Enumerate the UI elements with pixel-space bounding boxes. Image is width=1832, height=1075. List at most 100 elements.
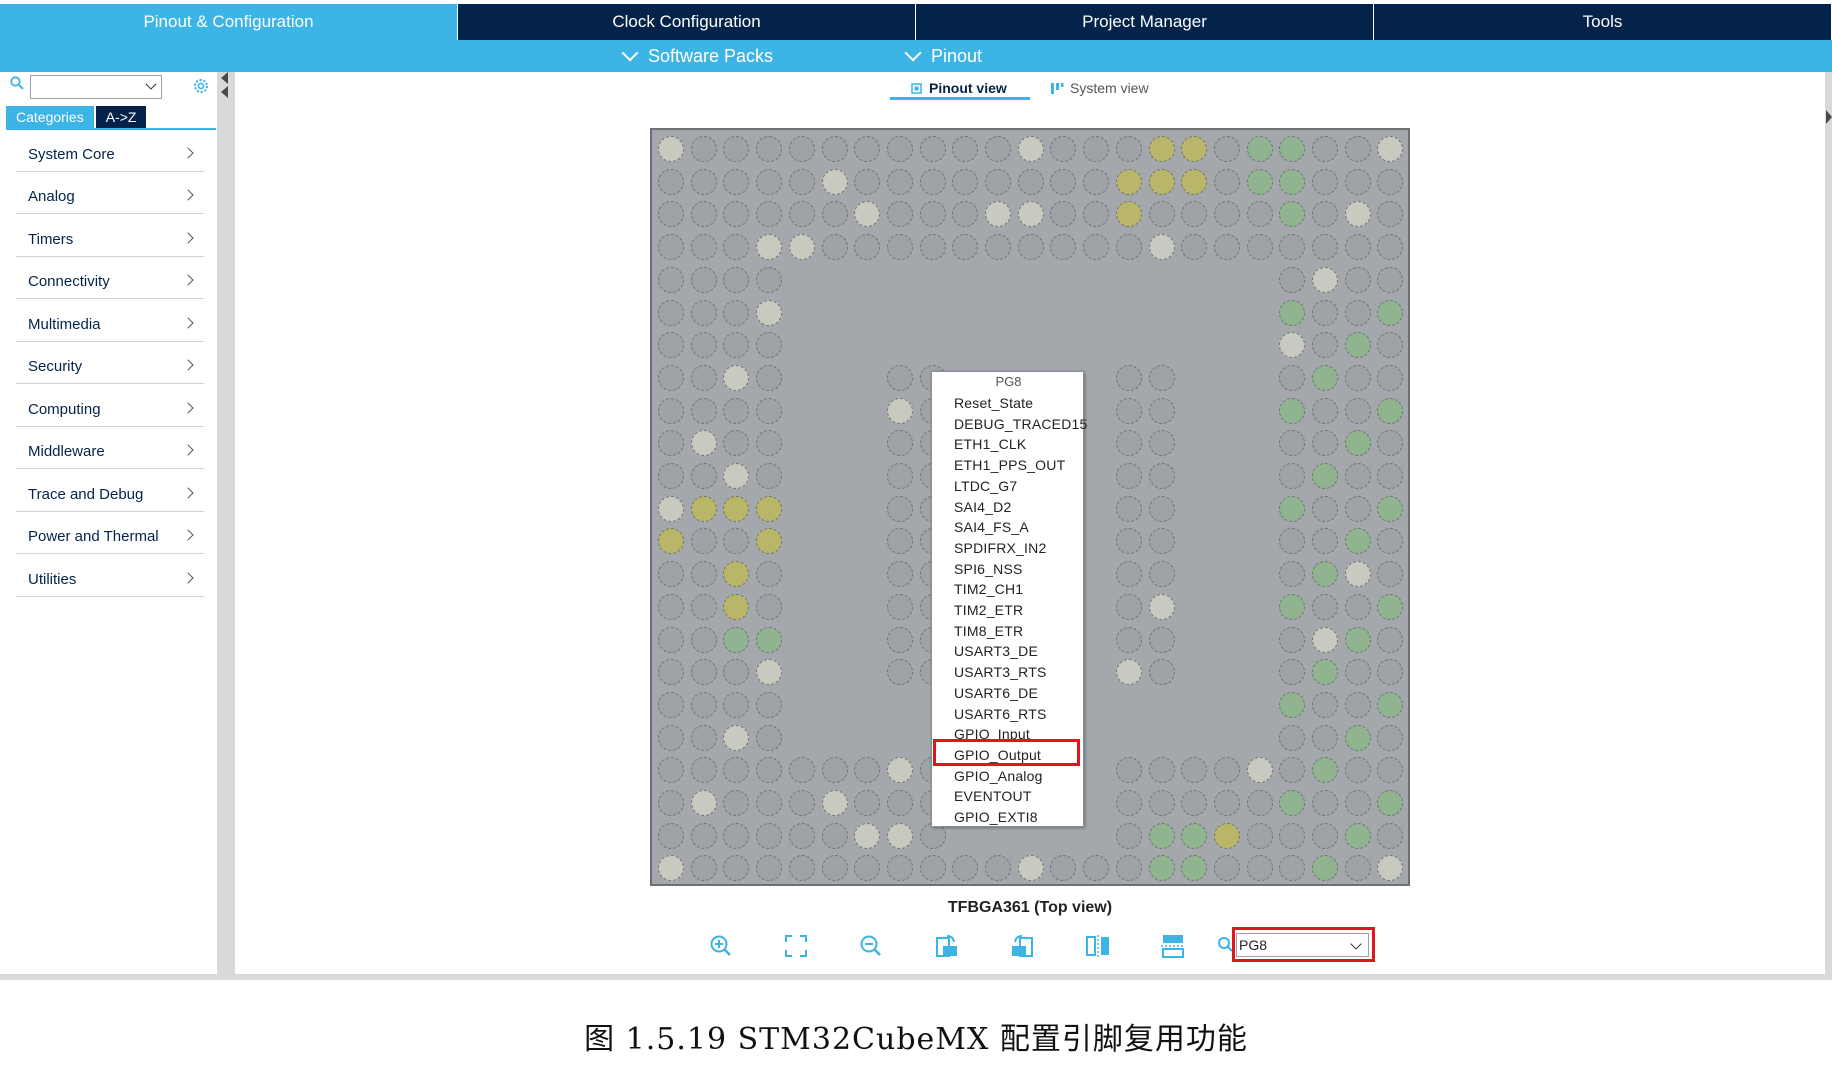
chip-pin[interactable] <box>1377 724 1404 751</box>
chip-pin[interactable] <box>756 724 783 751</box>
chip-pin[interactable] <box>1213 136 1240 162</box>
chip-pin[interactable] <box>788 234 815 261</box>
chip-pin[interactable] <box>1344 659 1371 686</box>
chip-pin[interactable] <box>1115 463 1142 489</box>
chip-pin[interactable] <box>690 201 717 228</box>
chip-pin[interactable] <box>1148 822 1175 849</box>
chip-pin[interactable] <box>690 593 717 620</box>
chip-pin[interactable] <box>723 626 750 653</box>
chip-pin[interactable] <box>1148 528 1175 555</box>
sidebar-item-trace-and-debug[interactable]: Trace and Debug <box>16 471 204 512</box>
chip-pin[interactable] <box>723 528 750 555</box>
chip-pin[interactable] <box>1213 234 1240 261</box>
chip-pin[interactable] <box>1344 168 1371 195</box>
sidebar-item-system-core[interactable]: System Core <box>16 131 204 172</box>
chip-pin[interactable] <box>1148 855 1175 882</box>
chip-pin[interactable] <box>723 266 750 293</box>
menu-item[interactable]: TIM2_ETR <box>954 602 1023 618</box>
chip-pin[interactable] <box>1279 724 1306 751</box>
chip-pin[interactable] <box>985 136 1011 162</box>
chip-pin[interactable] <box>723 430 750 457</box>
chip-pin[interactable] <box>1377 332 1404 359</box>
chip-pin[interactable] <box>690 626 717 653</box>
chip-pin[interactable] <box>1377 495 1404 522</box>
chip-pin[interactable] <box>1148 593 1175 620</box>
chip-pin[interactable] <box>788 201 815 228</box>
chip-pin[interactable] <box>788 136 815 162</box>
chip-pin[interactable] <box>1312 790 1338 816</box>
chip-pin[interactable] <box>723 659 750 686</box>
chip-pin[interactable] <box>1279 364 1306 391</box>
chip-pin[interactable] <box>1115 561 1142 588</box>
chip-pin[interactable] <box>1017 234 1044 261</box>
chip-pin[interactable] <box>658 332 684 359</box>
chip-pin[interactable] <box>854 234 881 261</box>
menu-item[interactable]: Reset_State <box>954 395 1033 411</box>
chip-pin[interactable] <box>1148 168 1175 195</box>
sidebar-item-power-and-thermal[interactable]: Power and Thermal <box>16 513 204 554</box>
chip-pin[interactable] <box>1115 430 1142 457</box>
chip-pin[interactable] <box>1279 691 1306 718</box>
chip-pin[interactable] <box>658 299 684 326</box>
chip-pin[interactable] <box>723 234 750 261</box>
chip-pin[interactable] <box>886 855 913 882</box>
chip-pin[interactable] <box>1279 397 1306 424</box>
chip-pin[interactable] <box>1377 855 1404 882</box>
chip-pin[interactable] <box>690 495 717 522</box>
chip-pin[interactable] <box>1115 593 1142 620</box>
chip-pin[interactable] <box>1083 136 1110 162</box>
chip-pin[interactable] <box>1246 822 1273 849</box>
chip-pin[interactable] <box>1312 234 1338 261</box>
category-search-input[interactable] <box>30 75 162 99</box>
chip-pin[interactable] <box>1279 168 1306 195</box>
chip-pin[interactable] <box>1312 364 1338 391</box>
chip-pin[interactable] <box>1377 136 1404 162</box>
chip-pin[interactable] <box>788 790 815 816</box>
chip-pin[interactable] <box>1279 757 1306 784</box>
chip-pin[interactable] <box>1181 790 1208 816</box>
chip-pin[interactable] <box>1148 790 1175 816</box>
chip-pin[interactable] <box>690 397 717 424</box>
chip-pin[interactable] <box>919 855 946 882</box>
chip-pin[interactable] <box>1312 528 1338 555</box>
chip-pin[interactable] <box>1148 234 1175 261</box>
chip-pin[interactable] <box>690 463 717 489</box>
chip-pin[interactable] <box>1344 495 1371 522</box>
chip-pin[interactable] <box>1312 659 1338 686</box>
chip-pin[interactable] <box>658 790 684 816</box>
chip-pin[interactable] <box>886 234 913 261</box>
pinout-menu[interactable]: Pinout <box>904 40 982 72</box>
chip-pin[interactable] <box>1017 136 1044 162</box>
chip-pin[interactable] <box>658 822 684 849</box>
chip-pin[interactable] <box>1377 266 1404 293</box>
chip-pin[interactable] <box>985 201 1011 228</box>
menu-item[interactable]: TIM2_CH1 <box>954 581 1023 597</box>
chip-pin[interactable] <box>658 855 684 882</box>
chip-pin[interactable] <box>756 659 783 686</box>
chip-pin[interactable] <box>1344 364 1371 391</box>
chip-pin[interactable] <box>919 168 946 195</box>
chip-pin[interactable] <box>1050 168 1077 195</box>
rotate-right-icon[interactable] <box>933 932 961 960</box>
chip-pin[interactable] <box>1279 855 1306 882</box>
chip-pin[interactable] <box>821 201 848 228</box>
chip-pin[interactable] <box>821 790 848 816</box>
chip-pin[interactable] <box>1213 757 1240 784</box>
chip-pin[interactable] <box>1148 659 1175 686</box>
chip-pin[interactable] <box>854 822 881 849</box>
chip-pin[interactable] <box>658 757 684 784</box>
zoom-out-icon[interactable] <box>857 932 885 960</box>
chip-pin[interactable] <box>1377 168 1404 195</box>
tab-categories[interactable]: Categories <box>6 106 94 128</box>
chip-pin[interactable] <box>1344 332 1371 359</box>
chip-pin[interactable] <box>854 136 881 162</box>
chip-pin[interactable] <box>1279 463 1306 489</box>
chip-pin[interactable] <box>1050 136 1077 162</box>
menu-item[interactable]: USART3_DE <box>954 643 1038 659</box>
chip-pin[interactable] <box>723 855 750 882</box>
chip-pin[interactable] <box>1312 495 1338 522</box>
chip-pin[interactable] <box>1115 397 1142 424</box>
chip-pin[interactable] <box>1344 136 1371 162</box>
chip-pin[interactable] <box>756 463 783 489</box>
chip-pin[interactable] <box>1213 168 1240 195</box>
